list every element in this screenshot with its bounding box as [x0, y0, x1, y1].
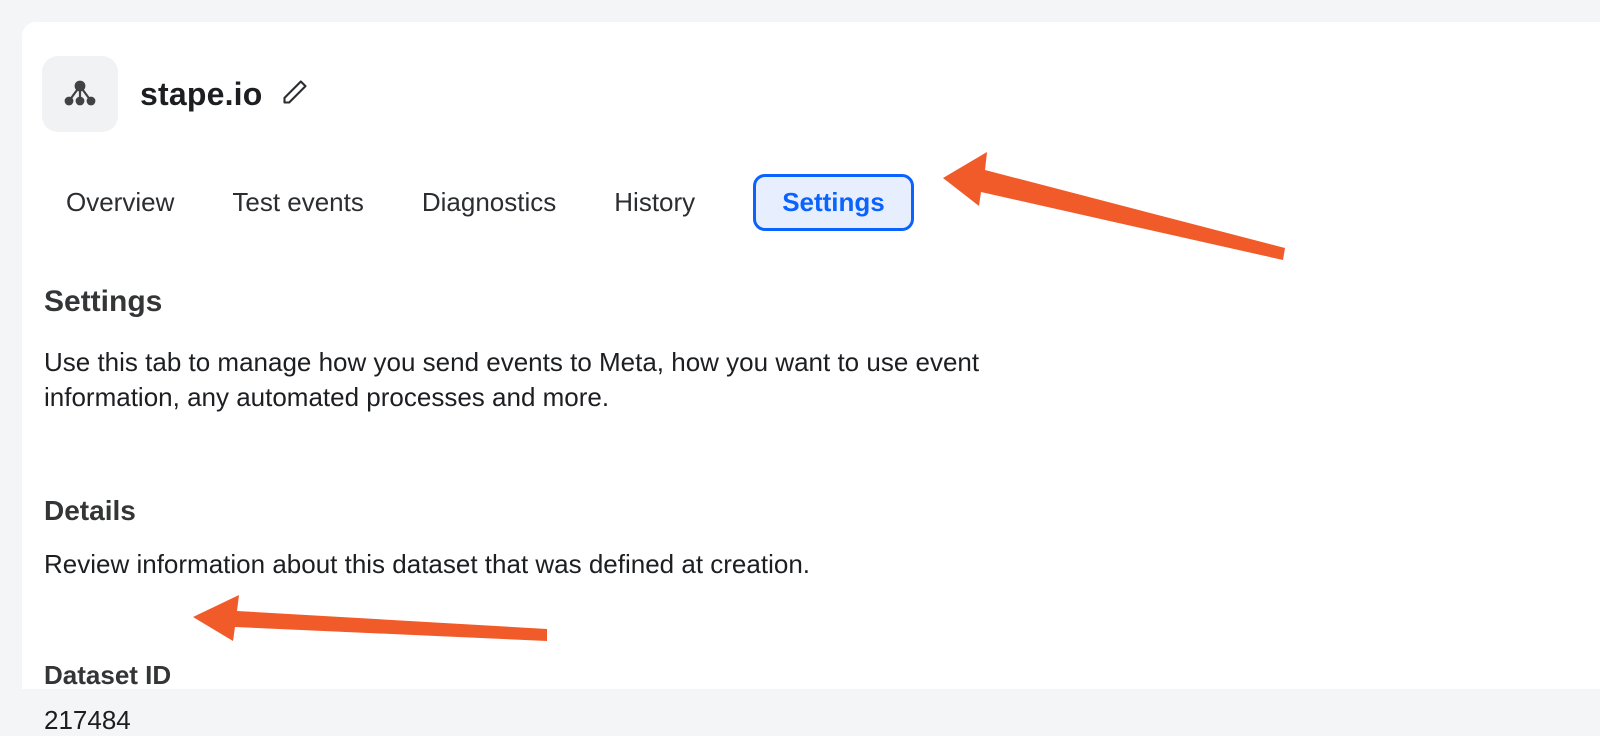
tabs: Overview Test events Diagnostics History…	[22, 132, 1600, 231]
dataset-id-label: Dataset ID	[44, 660, 1560, 691]
settings-section: Settings Use this tab to manage how you …	[22, 285, 1600, 736]
settings-heading: Settings	[44, 285, 1560, 319]
dataset-id-value: 217484	[44, 705, 1560, 736]
pencil-icon	[281, 78, 309, 111]
edit-title-button[interactable]	[281, 78, 309, 111]
header: stape.io	[22, 22, 1600, 132]
tab-diagnostics[interactable]: Diagnostics	[422, 187, 556, 218]
page-title: stape.io	[140, 76, 263, 113]
settings-description: Use this tab to manage how you send even…	[44, 345, 1044, 415]
page-card: stape.io Overview Test events Diagnostic…	[22, 22, 1600, 689]
tab-test-events[interactable]: Test events	[232, 187, 364, 218]
tab-settings[interactable]: Settings	[753, 174, 914, 231]
pixel-icon	[42, 56, 118, 132]
details-description: Review information about this dataset th…	[44, 549, 1560, 580]
tab-history[interactable]: History	[614, 187, 695, 218]
tab-overview[interactable]: Overview	[66, 187, 174, 218]
details-heading: Details	[44, 495, 1560, 527]
